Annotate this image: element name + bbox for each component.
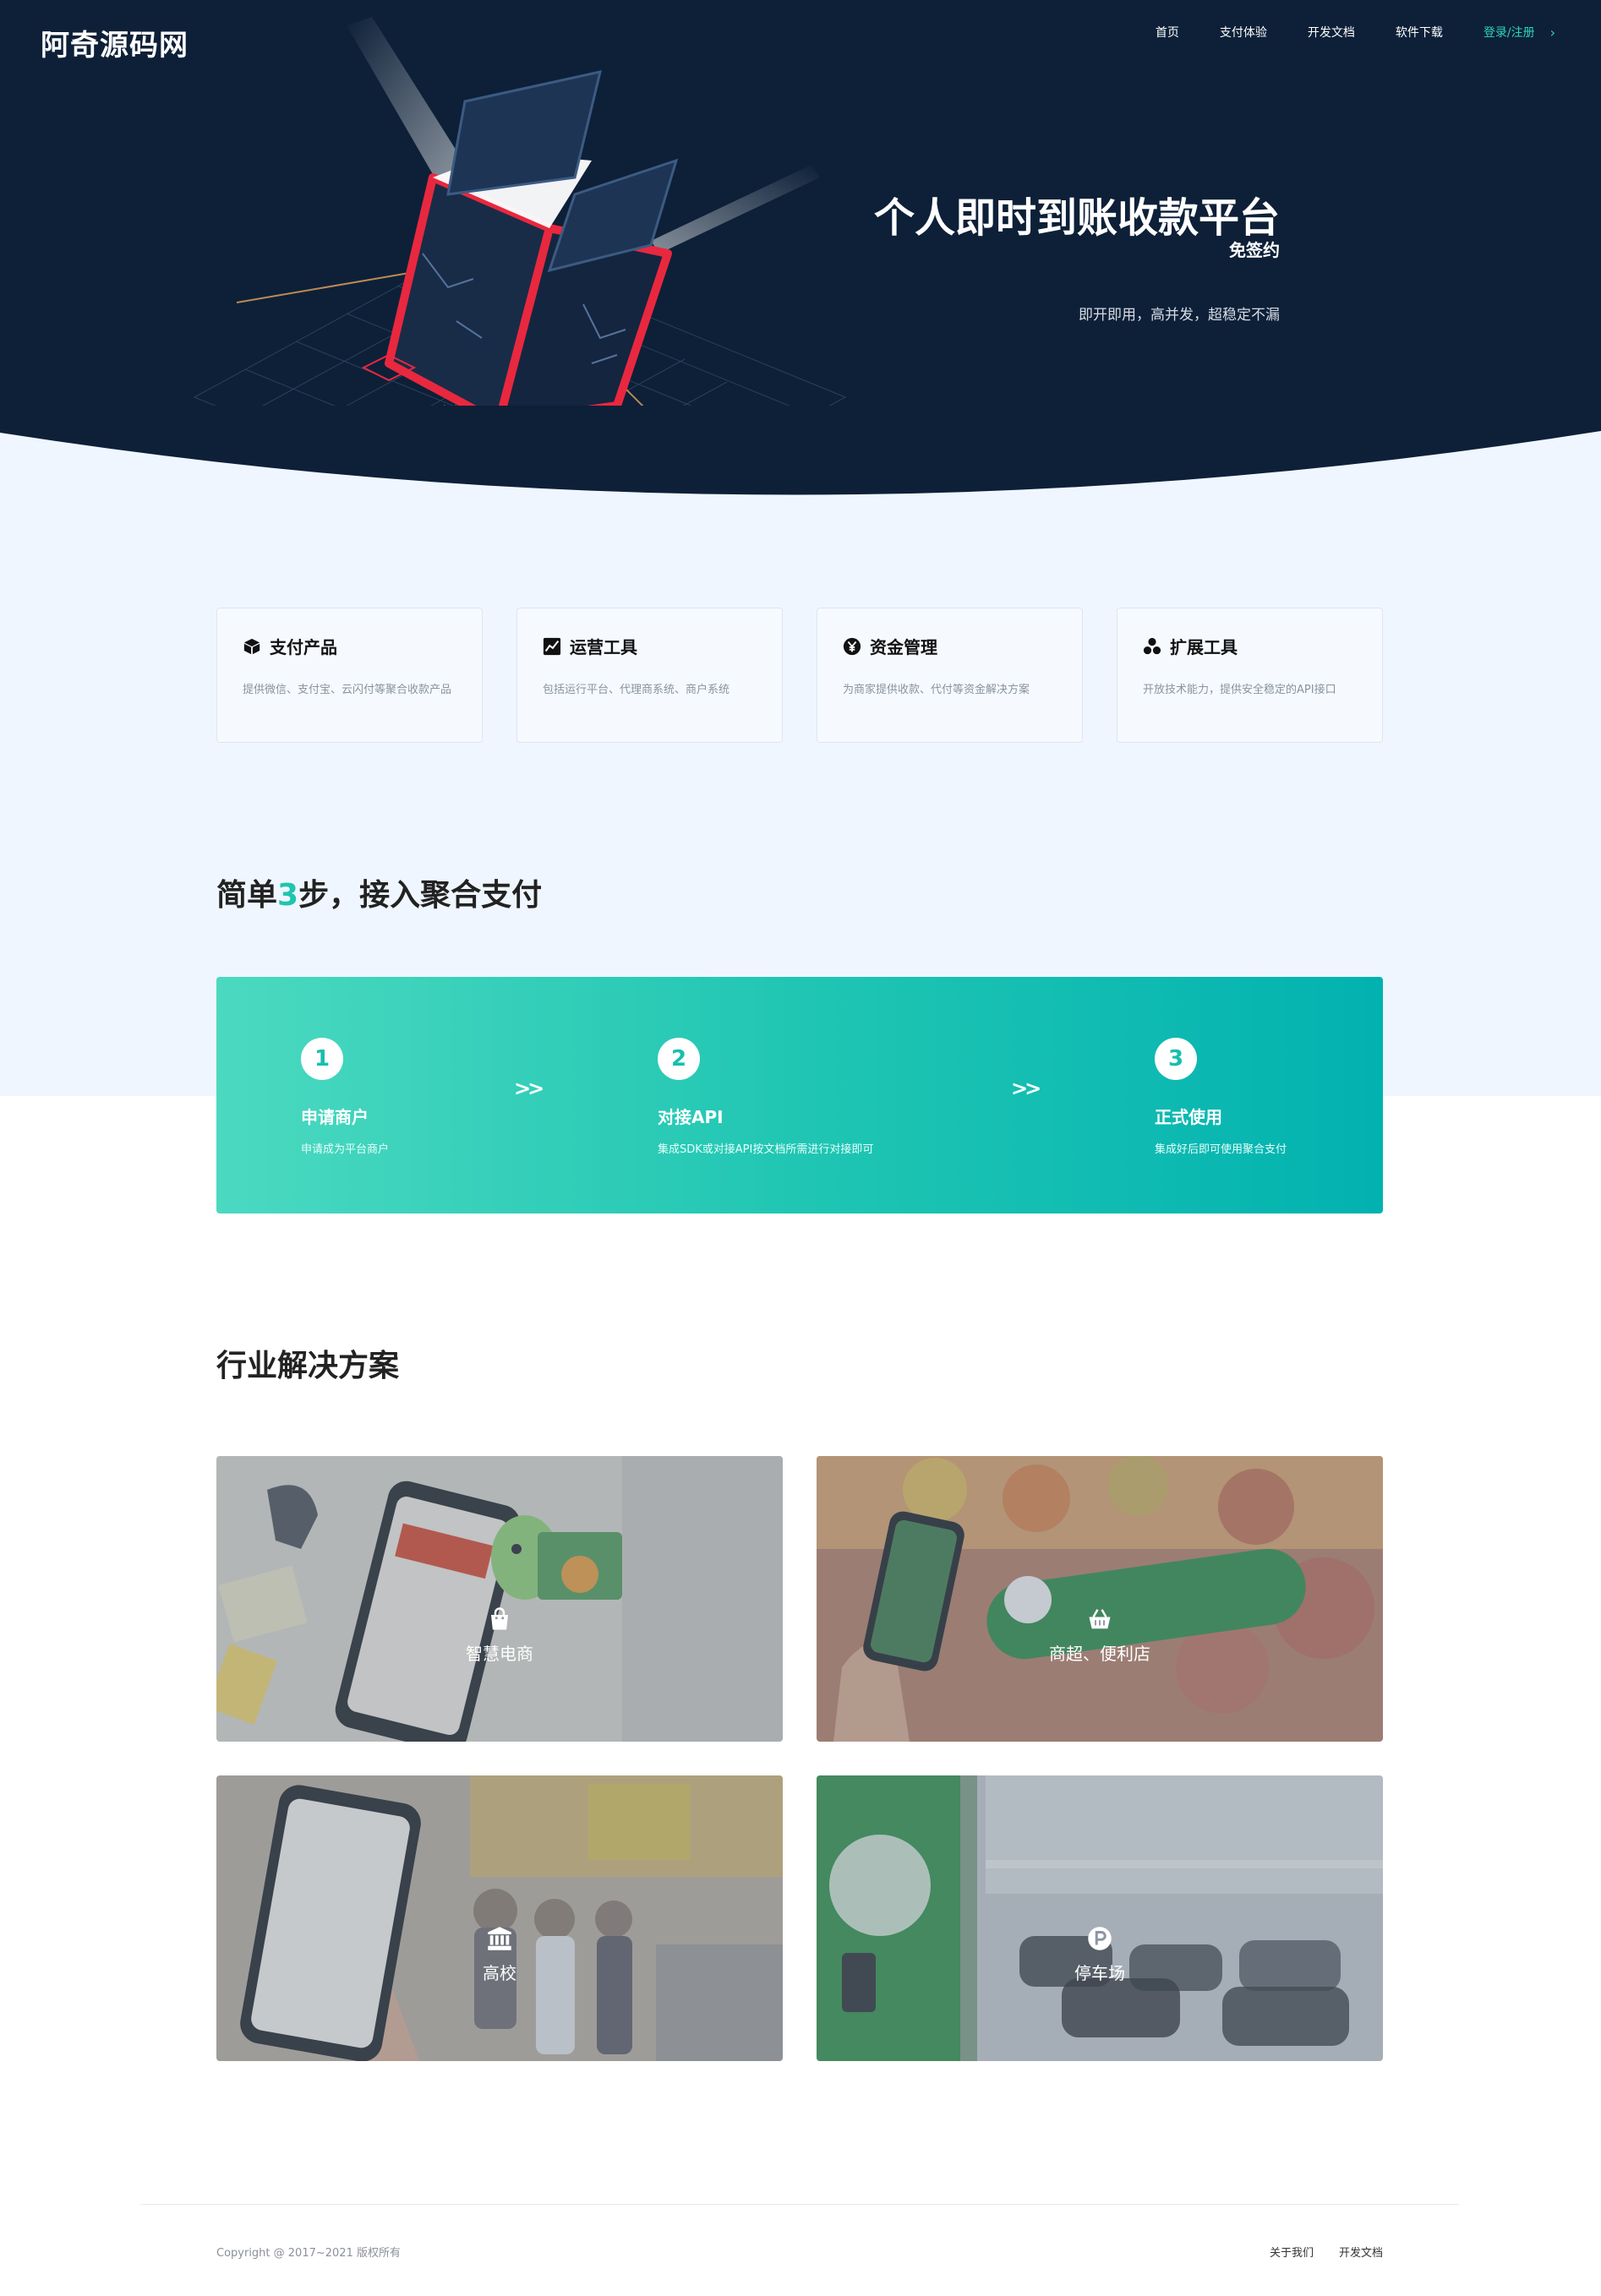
step-arrow-icon: >> xyxy=(1011,1077,1041,1100)
footer-links: 关于我们 开发文档 xyxy=(1270,2244,1383,2260)
feature-card-extension-tools[interactable]: 扩展工具 开放技术能力，提供安全稳定的API接口 xyxy=(1117,608,1383,743)
feature-desc: 为商家提供收款、代付等资金解决方案 xyxy=(843,684,1030,696)
nav-dev-docs[interactable]: 开发文档 xyxy=(1308,24,1355,41)
solution-label: 智慧电商 xyxy=(466,1644,533,1664)
hero-title: 个人即时到账收款平台 xyxy=(873,194,1280,242)
step-desc: 申请成为平台商户 xyxy=(301,1143,390,1156)
solution-card-parking[interactable]: 停车场 xyxy=(817,1775,1383,2061)
solution-label: 商超、便利店 xyxy=(1049,1644,1150,1664)
feature-title: 资金管理 xyxy=(870,637,937,657)
feature-title: 支付产品 xyxy=(270,637,337,657)
solution-card-university[interactable]: 高校 xyxy=(216,1775,783,2061)
step-number: 1 xyxy=(301,1038,343,1080)
step-number: 3 xyxy=(1155,1038,1197,1080)
chart-icon xyxy=(543,637,561,655)
footer-link-about[interactable]: 关于我们 xyxy=(1270,2244,1314,2260)
nav-software-download[interactable]: 软件下载 xyxy=(1396,24,1443,41)
steps-section-title: 简单3步，接入聚合支付 xyxy=(216,870,542,914)
nav-payment-demo[interactable]: 支付体验 xyxy=(1220,24,1267,41)
parking-icon xyxy=(1088,1927,1112,1950)
feature-card-payment-products[interactable]: 支付产品 提供微信、支付宝、云闪付等聚合收款产品 xyxy=(216,608,483,743)
feature-cards: 支付产品 提供微信、支付宝、云闪付等聚合收款产品 运营工具 包括运行平台、代理商… xyxy=(216,608,1383,743)
footer-divider xyxy=(140,2204,1459,2205)
solutions-grid: 智慧电商 商超、便利店 高校 停车场 xyxy=(216,1456,1383,2061)
step-title: 正式使用 xyxy=(1155,1107,1222,1127)
step-arrow-icon: >> xyxy=(514,1077,544,1100)
steps-banner: 1 申请商户 申请成为平台商户 >> 2 对接API 集成SDK或对接API按文… xyxy=(216,977,1383,1213)
step-desc: 集成SDK或对接API按文档所需进行对接即可 xyxy=(658,1143,874,1156)
solution-card-supermarket[interactable]: 商超、便利店 xyxy=(817,1456,1383,1742)
solution-label: 高校 xyxy=(483,1963,516,1983)
shopping-bag-icon xyxy=(491,1607,508,1630)
login-register-label: 登录/注册 xyxy=(1483,26,1535,40)
nav-login-register[interactable]: 登录/注册 › xyxy=(1484,24,1555,41)
solution-label: 停车场 xyxy=(1074,1963,1125,1983)
feature-card-operation-tools[interactable]: 运营工具 包括运行平台、代理商系统、商户系统 xyxy=(516,608,783,743)
copyright-text: Copyright @ 2017~2021 版权所有 xyxy=(216,2247,401,2260)
main-nav: 首页 支付体验 开发文档 软件下载 登录/注册 › xyxy=(1156,24,1555,41)
feature-desc: 提供微信、支付宝、云闪付等聚合收款产品 xyxy=(243,684,452,696)
feature-card-fund-management[interactable]: 资金管理 为商家提供收款、代付等资金解决方案 xyxy=(817,608,1083,743)
footer-link-dev-docs[interactable]: 开发文档 xyxy=(1339,2244,1383,2260)
cubes-icon xyxy=(1143,637,1161,654)
feature-desc: 包括运行平台、代理商系统、商户系统 xyxy=(543,684,730,696)
step-2: 2 对接API 集成SDK或对接API按文档所需进行对接即可 xyxy=(658,1038,873,1156)
title-highlight-number: 3 xyxy=(277,878,299,913)
step-1: 1 申请商户 申请成为平台商户 xyxy=(301,1038,389,1156)
feature-title: 扩展工具 xyxy=(1170,637,1238,657)
cube-icon xyxy=(243,638,260,654)
chevron-right-icon: › xyxy=(1549,24,1555,41)
step-title: 申请商户 xyxy=(301,1107,369,1127)
step-desc: 集成好后即可使用聚合支付 xyxy=(1155,1143,1287,1156)
site-logo[interactable]: 阿奇源码网 xyxy=(41,22,189,63)
hero-description: 即开即用，高并发，超稳定不漏 xyxy=(1079,307,1280,324)
feature-desc: 开放技术能力，提供安全稳定的API接口 xyxy=(1143,684,1336,696)
step-title: 对接API xyxy=(658,1107,724,1127)
step-3: 3 正式使用 集成好后即可使用聚合支付 xyxy=(1155,1038,1287,1156)
hero-curve xyxy=(0,406,1601,495)
yen-icon xyxy=(843,637,861,655)
hero-subtitle: 免签约 xyxy=(1229,240,1280,260)
solution-card-ecommerce[interactable]: 智慧电商 xyxy=(216,1456,783,1742)
step-number: 2 xyxy=(658,1038,700,1080)
title-text: 简单 xyxy=(216,878,278,913)
university-icon xyxy=(488,1927,511,1950)
feature-title: 运营工具 xyxy=(570,637,637,657)
nav-home[interactable]: 首页 xyxy=(1156,24,1179,41)
title-text: 步，接入聚合支付 xyxy=(298,878,543,913)
solutions-section-title: 行业解决方案 xyxy=(216,1349,400,1383)
basket-icon xyxy=(1089,1609,1111,1629)
